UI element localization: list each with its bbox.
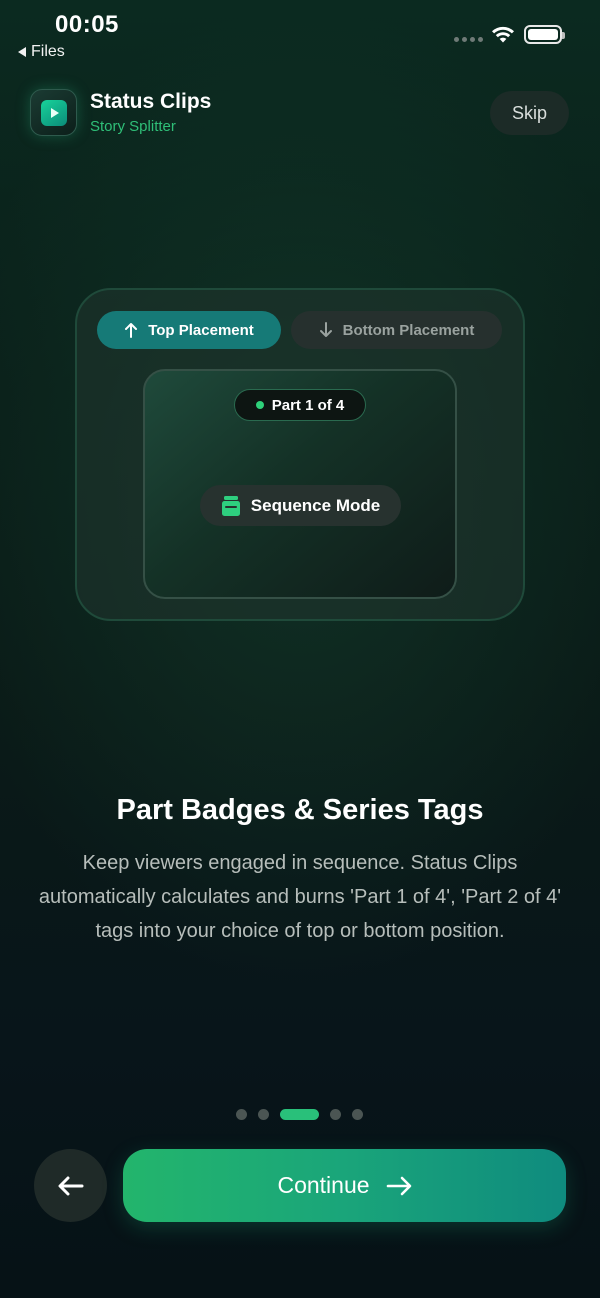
back-button[interactable] bbox=[34, 1149, 107, 1222]
pagination-dots bbox=[236, 1109, 363, 1120]
status-dot-icon bbox=[255, 401, 264, 409]
battery-icon bbox=[524, 25, 565, 44]
play-icon bbox=[50, 107, 59, 118]
page-dot-3-active[interactable] bbox=[280, 1109, 319, 1120]
feature-description: Keep viewers engaged in sequence. Status… bbox=[38, 852, 562, 942]
back-to-files-link[interactable]: Files bbox=[18, 43, 65, 61]
continue-label: Continue bbox=[277, 1172, 370, 1198]
app-subtitle: Story Splitter bbox=[90, 118, 176, 135]
bottom-placement-toggle[interactable]: Bottom Placement bbox=[291, 311, 502, 349]
status-time: 00:05 bbox=[55, 11, 119, 38]
page-dot-4[interactable] bbox=[330, 1109, 341, 1120]
back-triangle-icon bbox=[18, 47, 26, 57]
arrow-down-icon bbox=[319, 322, 332, 337]
sequence-mode-chip: Sequence Mode bbox=[200, 485, 401, 526]
arrow-up-icon bbox=[125, 323, 138, 338]
arrow-left-icon bbox=[58, 1176, 83, 1195]
arrow-right-icon bbox=[386, 1176, 411, 1195]
continue-button[interactable]: Continue bbox=[123, 1149, 566, 1222]
part-badge-label: Part 1 of 4 bbox=[271, 396, 345, 414]
bottom-placement-label: Bottom Placement bbox=[342, 321, 475, 339]
stack-icon bbox=[221, 495, 240, 516]
top-placement-label: Top Placement bbox=[148, 321, 254, 339]
page-dot-2[interactable] bbox=[258, 1109, 269, 1120]
app-name: Status Clips bbox=[90, 90, 212, 113]
top-placement-toggle[interactable]: Top Placement bbox=[97, 311, 281, 349]
skip-button[interactable]: Skip bbox=[490, 91, 569, 135]
wifi-icon bbox=[492, 26, 514, 43]
feature-title: Part Badges & Series Tags bbox=[116, 794, 484, 826]
sequence-mode-label: Sequence Mode bbox=[250, 495, 381, 515]
back-to-files-label: Files bbox=[31, 43, 65, 60]
cellular-signal-icon bbox=[454, 37, 483, 42]
app-logo-icon bbox=[30, 89, 77, 136]
page-dot-1[interactable] bbox=[236, 1109, 247, 1120]
page-dot-5[interactable] bbox=[352, 1109, 363, 1120]
part-badge: Part 1 of 4 bbox=[234, 389, 366, 421]
